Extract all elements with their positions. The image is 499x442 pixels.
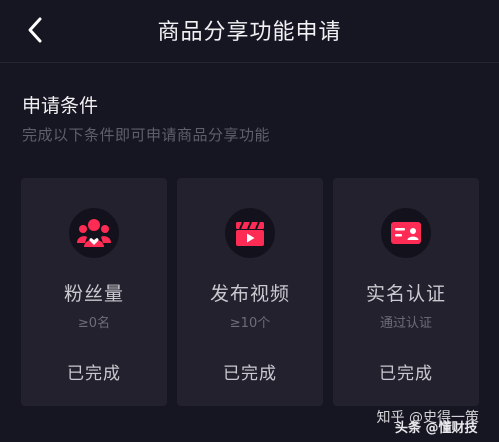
card-status: 已完成 (67, 364, 121, 384)
video-clapper-icon (236, 221, 264, 246)
card-label: 发布视频 (209, 283, 290, 305)
watermark-logo: 头条 @懂财技 (395, 421, 478, 436)
nav-bar: 商品分享功能申请 (0, 0, 499, 63)
card-status: 已完成 (379, 364, 433, 384)
page-title: 商品分享功能申请 (157, 20, 342, 45)
id-card-icon-wrap (381, 208, 431, 258)
section-subtitle: 完成以下条件即可申请商品分享功能 (22, 126, 271, 144)
fans-icon-wrap (69, 208, 119, 258)
requirement-card-videos: 发布视频 ≥10个 已完成 (177, 178, 323, 406)
fans-icon (77, 219, 111, 247)
requirement-card-fans: 粉丝量 ≥0名 已完成 (21, 178, 167, 406)
requirement-card-realname: 实名认证 通过认证 已完成 (333, 178, 479, 406)
card-requirement: ≥0名 (77, 316, 111, 331)
card-status: 已完成 (223, 364, 277, 384)
card-requirement: ≥10个 (229, 316, 271, 331)
section-title: 申请条件 (22, 95, 99, 117)
card-requirement: 通过认证 (379, 316, 432, 331)
video-icon-wrap (225, 208, 275, 258)
card-label: 实名认证 (365, 283, 446, 305)
card-label: 粉丝量 (63, 283, 124, 305)
id-card-icon (391, 222, 421, 244)
